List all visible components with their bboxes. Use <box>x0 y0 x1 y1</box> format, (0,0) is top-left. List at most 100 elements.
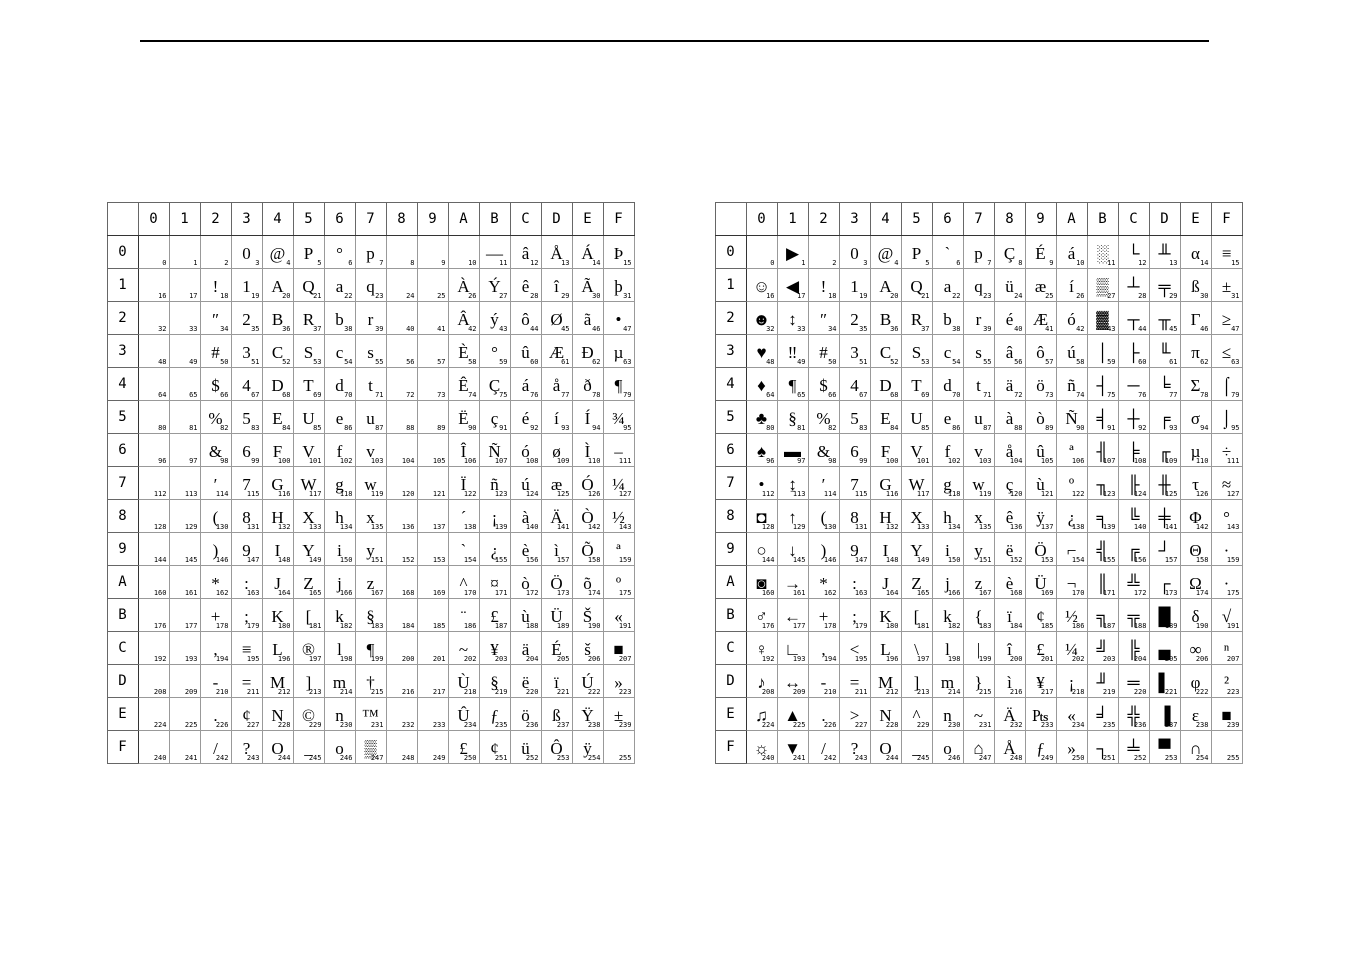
code-cell: X133 <box>293 500 324 533</box>
code-cell: Ñ90 <box>1056 401 1087 434</box>
code-cell: »223 <box>603 665 634 698</box>
decimal-code: 254 <box>1196 755 1209 762</box>
code-cell: Q21 <box>901 269 932 302</box>
decimal-code: 157 <box>1165 557 1178 564</box>
code-cell: ′114 <box>808 467 839 500</box>
decimal-code: 255 <box>619 755 632 762</box>
code-cell: g118 <box>932 467 963 500</box>
decimal-code: 224 <box>762 722 775 729</box>
decimal-code: 127 <box>1227 491 1240 498</box>
decimal-code: 190 <box>1196 623 1209 630</box>
decimal-code: 62 <box>592 359 600 366</box>
code-cell: 184 <box>386 599 417 632</box>
decimal-code: 233 <box>1041 722 1054 729</box>
code-cell: ÷111 <box>1211 434 1242 467</box>
code-cell: 96 <box>138 434 169 467</box>
code-cell: í26 <box>1056 269 1087 302</box>
code-cell: ö73 <box>1025 368 1056 401</box>
decimal-code: 147 <box>855 557 868 564</box>
decimal-code: 195 <box>855 656 868 663</box>
code-cell: H132 <box>262 500 293 533</box>
decimal-code: 115 <box>855 491 868 498</box>
code-cell: a22 <box>932 269 963 302</box>
code-cell: 72 <box>386 368 417 401</box>
decimal-code: 242 <box>216 755 229 762</box>
code-cell: ◘128 <box>746 500 777 533</box>
decimal-code: 112 <box>762 491 775 498</box>
code-cell: 10 <box>448 236 479 269</box>
code-table-left: 0123456789ABCDEF0 0 1 203@4P5°6p7 8 9 10… <box>107 202 635 764</box>
col-header: 6 <box>324 203 355 236</box>
decimal-code: 62 <box>1200 359 1208 366</box>
code-cell: =211 <box>231 665 262 698</box>
decimal-code: 141 <box>1165 524 1178 531</box>
code-cell: ²223 <box>1211 665 1242 698</box>
decimal-code: 225 <box>185 722 198 729</box>
code-cell: Õ158 <box>572 533 603 566</box>
code-cell: ╖123 <box>1087 467 1118 500</box>
decimal-code: 58 <box>468 359 476 366</box>
col-header: 9 <box>417 203 448 236</box>
code-cell: (130 <box>808 500 839 533</box>
decimal-code: 32 <box>766 326 774 333</box>
code-cell: 217 <box>417 665 448 698</box>
code-cell: £250 <box>448 731 479 764</box>
code-cell: †215 <box>355 665 386 698</box>
code-cell: B36 <box>870 302 901 335</box>
code-cell: ?243 <box>231 731 262 764</box>
code-cell: Á14 <box>572 236 603 269</box>
row-header: 2 <box>715 302 746 335</box>
decimal-code: 89 <box>1045 425 1053 432</box>
code-cell: ╕139 <box>1087 500 1118 533</box>
code-cell: ╟124 <box>1118 467 1149 500</box>
decimal-code: 132 <box>278 524 291 531</box>
decimal-code: 230 <box>948 722 961 729</box>
decimal-code: 188 <box>526 623 539 630</box>
code-cell: 49 <box>169 335 200 368</box>
decimal-code: 14 <box>592 260 600 267</box>
code-cell: 105 <box>417 434 448 467</box>
decimal-code: 96 <box>766 458 774 465</box>
decimal-code: 98 <box>220 458 228 465</box>
code-cell: ╣155 <box>1087 533 1118 566</box>
code-cell: ç120 <box>994 467 1025 500</box>
code-cell: ¼202 <box>1056 632 1087 665</box>
code-cell: §183 <box>355 599 386 632</box>
decimal-code: 170 <box>464 590 477 597</box>
decimal-code: 22 <box>344 293 352 300</box>
code-cell: ■207 <box>603 632 634 665</box>
tables-container: 0123456789ABCDEF0 0 1 203@4P5°6p7 8 9 10… <box>60 202 1289 764</box>
code-cell: 699 <box>231 434 262 467</box>
decimal-code: 246 <box>948 755 961 762</box>
decimal-code: 229 <box>917 722 930 729</box>
code-cell: ¿155 <box>479 533 510 566</box>
decimal-code: 6 <box>348 260 352 267</box>
decimal-code: 92 <box>1138 425 1146 432</box>
code-cell: 88 <box>386 401 417 434</box>
code-cell: _245 <box>901 731 932 764</box>
code-cell: →161 <box>777 566 808 599</box>
code-cell: •112 <box>746 467 777 500</box>
decimal-code: 206 <box>1196 656 1209 663</box>
code-cell: æ125 <box>541 467 572 500</box>
decimal-code: 17 <box>189 293 197 300</box>
decimal-code: 207 <box>1227 656 1240 663</box>
decimal-code: 135 <box>371 524 384 531</box>
code-cell: Ÿ238 <box>572 698 603 731</box>
decimal-code: 251 <box>1103 755 1116 762</box>
code-cell: 137 <box>417 500 448 533</box>
decimal-code: 85 <box>313 425 321 432</box>
code-cell: ~202 <box>448 632 479 665</box>
decimal-code: 76 <box>1138 392 1146 399</box>
code-cell: º122 <box>1056 467 1087 500</box>
decimal-code: 155 <box>1103 557 1116 564</box>
code-cell: └12 <box>1118 236 1149 269</box>
code-cell: –111 <box>603 434 634 467</box>
code-cell: :163 <box>839 566 870 599</box>
decimal-code: 117 <box>917 491 930 498</box>
decimal-code: 107 <box>1103 458 1116 465</box>
code-cell: /242 <box>200 731 231 764</box>
decimal-code: 43 <box>1107 326 1115 333</box>
code-cell: l198 <box>932 632 963 665</box>
decimal-code: 27 <box>1107 293 1115 300</box>
